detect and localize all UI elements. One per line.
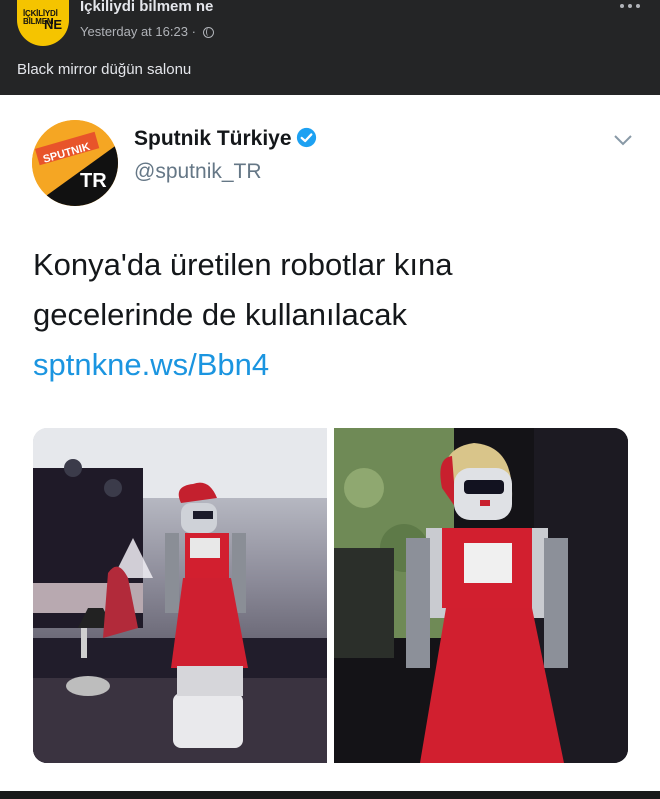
sputnik-avatar[interactable]: SPUTNIK TR [32, 120, 118, 206]
tweet-photo-right[interactable] [334, 428, 628, 763]
post-header: İÇKİLİYDİ BİLMEM NE İçkiliydi bilmem ne … [0, 0, 660, 95]
avatar-text-bottom: TR [80, 170, 107, 192]
post-text: Black mirror düğün salonu [17, 61, 192, 78]
tweet-photo-left[interactable] [33, 428, 327, 763]
chevron-down-icon[interactable] [614, 135, 632, 146]
globe-icon [202, 27, 214, 38]
page-avatar[interactable]: İÇKİLİYDİ BİLMEM NE [17, 0, 69, 46]
tweet-text-line1: Konya'da üretilen robotlar kına [33, 247, 453, 282]
page-name[interactable]: İçkiliydi bilmem ne [80, 0, 213, 15]
tweet-link[interactable]: sptnkne.ws/Bbn4 [33, 340, 623, 390]
account-name-text: Sputnik Türkiye [134, 127, 292, 150]
tweet-text: Konya'da üretilen robotlar kına geceleri… [33, 240, 623, 390]
embedded-tweet[interactable]: SPUTNIK TR Sputnik Türkiye @sputnik_TR K… [0, 95, 660, 791]
post-timestamp[interactable]: Yesterday at 16:23 [80, 24, 188, 39]
post-meta: Yesterday at 16:23 · [80, 24, 214, 39]
page-logo-ne: NE [44, 17, 63, 32]
post-footer-edge [0, 791, 660, 799]
tweet-account-name[interactable]: Sputnik Türkiye [134, 127, 317, 151]
verified-icon [296, 127, 316, 148]
tweet-text-line2: gecelerinde de kullanılacak [33, 297, 407, 332]
tweet-handle[interactable]: @sputnik_TR [134, 160, 262, 184]
more-icon[interactable] [620, 2, 642, 10]
meta-separator: · [191, 24, 196, 39]
